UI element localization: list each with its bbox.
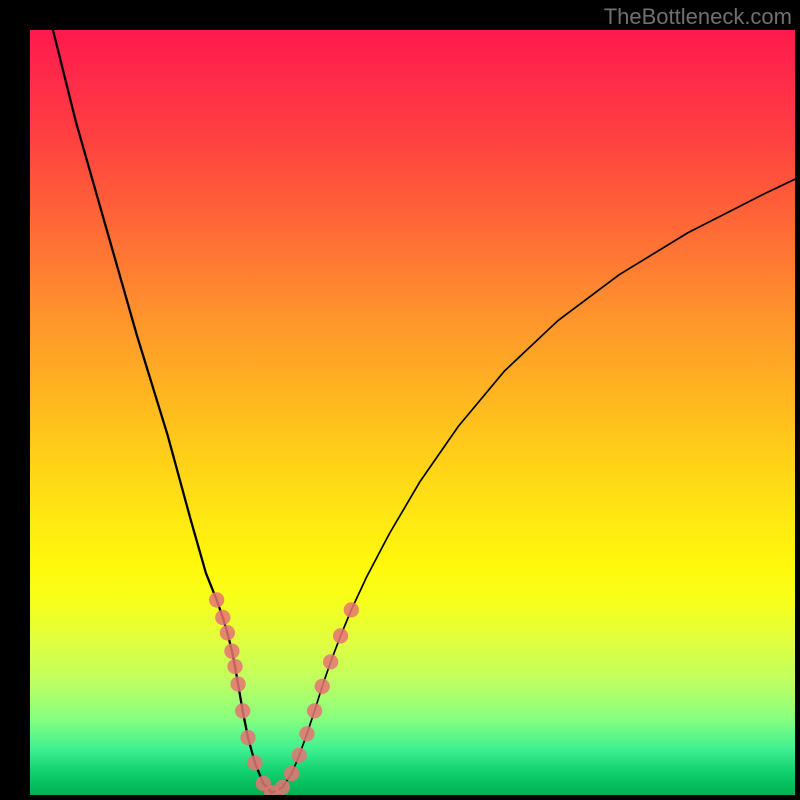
data-dot: [220, 625, 235, 640]
data-dot: [323, 654, 338, 669]
data-dot: [247, 755, 262, 770]
curve-group: [53, 30, 795, 793]
data-dot: [235, 703, 250, 718]
data-dot: [284, 766, 299, 781]
curve-overlay: [30, 30, 795, 795]
chart-frame: TheBottleneck.com: [0, 0, 800, 800]
data-dot: [227, 659, 242, 674]
data-dot: [240, 730, 255, 745]
data-dot: [299, 726, 314, 741]
plot-area: [30, 30, 795, 795]
data-dot: [307, 703, 322, 718]
data-dots: [209, 592, 359, 795]
data-dot: [344, 602, 359, 617]
data-dot: [333, 628, 348, 643]
data-dot: [215, 610, 230, 625]
data-dot: [230, 676, 245, 691]
curve-right-branch: [272, 179, 795, 793]
watermark-text: TheBottleneck.com: [604, 4, 792, 30]
data-dot: [292, 748, 307, 763]
data-dot: [224, 644, 239, 659]
data-dot: [209, 592, 224, 607]
data-dot: [315, 679, 330, 694]
data-dot: [275, 780, 290, 795]
